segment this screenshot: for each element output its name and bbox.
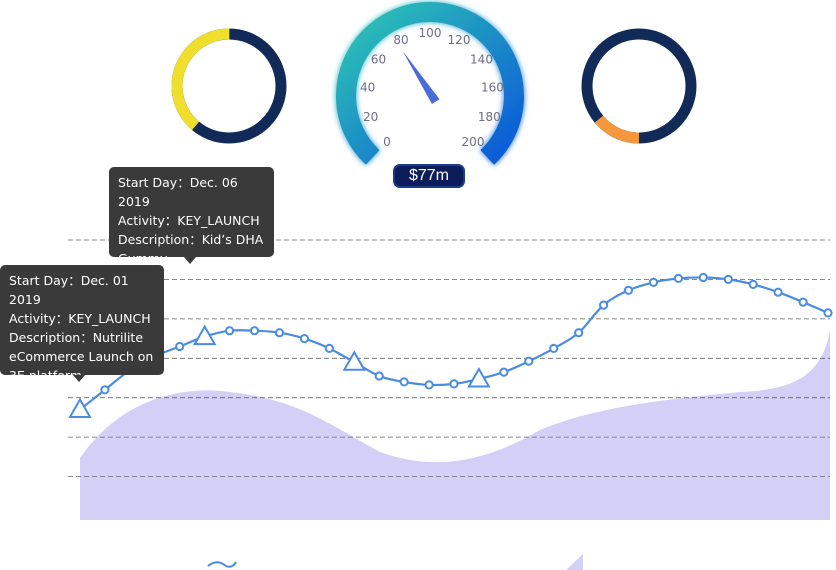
data-point <box>399 377 409 387</box>
tooltip-pointer <box>184 257 196 264</box>
gauge-tick-label: 60 <box>371 53 386 67</box>
data-point <box>599 300 609 310</box>
data-point <box>549 343 559 353</box>
gauge-value-badge: $77m <box>393 164 465 188</box>
tooltip-start-day: Start Day：Dec. 06 2019 <box>118 175 242 209</box>
gauge-tick-label: 140 <box>470 53 493 67</box>
tooltip-pointer <box>73 375 85 382</box>
data-point <box>623 285 634 295</box>
donut-segment <box>171 28 230 131</box>
tooltip-dec-06: Start Day：Dec. 06 2019 Activity：KEY_LAUN… <box>109 167 274 266</box>
line-chart <box>68 239 833 570</box>
gauge-tick-label: 120 <box>448 33 471 47</box>
data-point <box>175 341 185 352</box>
data-point <box>449 379 459 389</box>
data-point <box>698 272 708 283</box>
tooltip-start-day: Start Day：Dec. 01 2019 <box>9 273 133 307</box>
tooltip-activity: Activity：KEY_LAUNCH <box>118 213 260 228</box>
gauge-tick-label: 180 <box>478 110 501 124</box>
decorative-shape <box>566 554 583 570</box>
data-point <box>499 367 509 377</box>
data-point <box>823 308 833 318</box>
gauge-tick-label: 200 <box>462 135 485 149</box>
gauge-tick-label: 40 <box>360 80 375 94</box>
gauge-tick-label: 0 <box>383 135 391 149</box>
speed-gauge: 0 20 40 60 80 100 120 140 160 180 200 <box>336 2 524 165</box>
data-point <box>324 343 334 353</box>
triangle-marker <box>342 350 367 371</box>
data-point <box>225 326 235 336</box>
series-line <box>79 276 829 411</box>
donut-segment <box>594 115 640 144</box>
data-point <box>574 328 584 338</box>
tooltip-activity: Activity：KEY_LAUNCH <box>9 311 151 326</box>
data-point <box>299 334 309 344</box>
data-point <box>648 277 659 287</box>
data-point <box>374 371 384 381</box>
gauge-tick-label: 80 <box>393 33 408 47</box>
tooltip-dec-01: Start Day：Dec. 01 2019 Activity：KEY_LAUN… <box>0 265 164 383</box>
gauge-tick-label: 100 <box>419 26 442 40</box>
gauge-tick-label: 160 <box>481 80 504 94</box>
data-point <box>748 279 758 289</box>
data-point <box>524 356 534 366</box>
gauge-needle <box>398 44 442 106</box>
data-point <box>723 274 733 284</box>
gauge-tick-label: 20 <box>363 110 378 124</box>
data-point <box>249 326 260 336</box>
data-point <box>773 287 783 297</box>
data-point <box>424 380 434 390</box>
decorative-squiggle <box>207 561 237 568</box>
donut-chart-right <box>581 28 697 144</box>
data-point <box>274 328 285 338</box>
data-point <box>100 385 110 395</box>
donut-chart-left <box>171 28 287 144</box>
triangle-marker <box>68 397 92 418</box>
data-point <box>673 273 684 283</box>
data-point <box>798 297 808 307</box>
